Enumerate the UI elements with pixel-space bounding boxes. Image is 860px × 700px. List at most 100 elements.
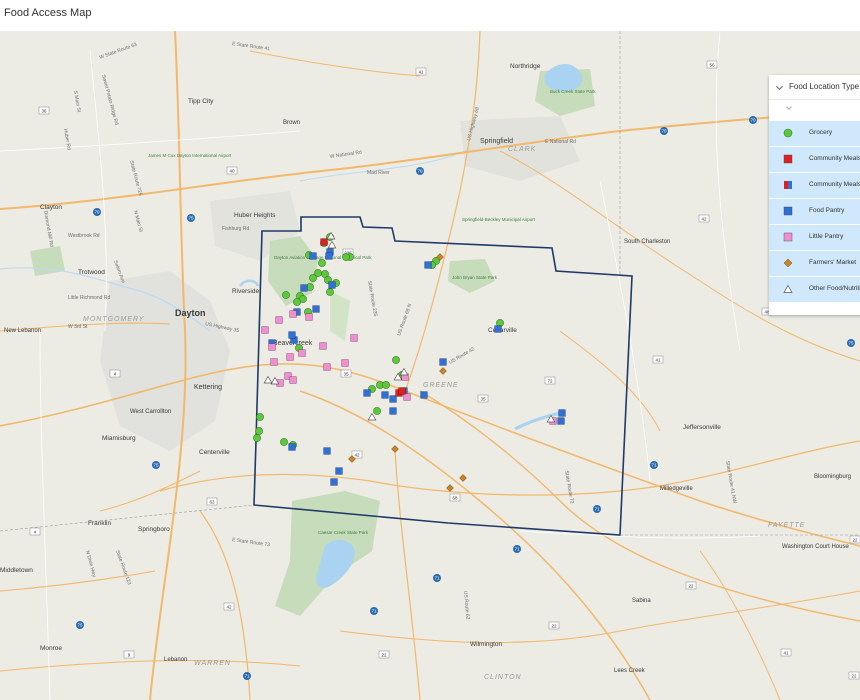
city-label: Huber Heights	[234, 212, 276, 219]
grocery-marker[interactable]	[382, 381, 390, 389]
grocery-marker[interactable]	[293, 298, 301, 306]
route-shield: 70	[749, 116, 757, 124]
city-label: Jeffersonville	[683, 424, 721, 431]
little-pantry-marker[interactable]	[298, 349, 306, 357]
chevron-down-icon[interactable]	[775, 82, 784, 91]
svg-text:75: 75	[848, 341, 854, 346]
food-pantry-marker[interactable]	[328, 281, 336, 289]
svg-text:35: 35	[343, 372, 349, 377]
chevron-down-icon[interactable]	[786, 104, 792, 110]
legend-item-other-food-nutrition[interactable]: Other Food/Nutrition	[769, 276, 860, 302]
grocery-marker[interactable]	[326, 288, 334, 296]
route-shield: 75	[187, 214, 195, 222]
food-pantry-marker[interactable]	[325, 252, 333, 260]
legend-item-label: Little Pantry	[809, 233, 844, 240]
community-meals-marker[interactable]	[398, 387, 406, 395]
city-label: Monroe	[40, 645, 62, 652]
legend-items: Grocery Community Meals Community Meals Foo…	[769, 120, 860, 302]
food-pantry-marker[interactable]	[558, 409, 566, 417]
svg-text:40: 40	[229, 169, 235, 174]
legend-sublayer[interactable]	[769, 100, 860, 120]
legend-item-label: Food Pantry	[809, 207, 845, 214]
legend-item-farmers-market[interactable]: Farmers' Market	[769, 250, 860, 276]
legend-item-food-pantry[interactable]: Food Pantry	[769, 198, 860, 224]
food-pantry-marker[interactable]	[335, 467, 343, 475]
grocery-marker[interactable]	[282, 291, 290, 299]
legend-item-community-meals[interactable]: Community Meals	[769, 146, 860, 172]
little-pantry-marker[interactable]	[350, 334, 358, 342]
community-meals-marker[interactable]	[320, 238, 328, 246]
food-pantry-marker[interactable]	[323, 447, 331, 455]
route-shield: 22	[378, 650, 390, 659]
square-symbol-icon	[783, 154, 793, 164]
grocery-marker[interactable]	[318, 259, 326, 267]
food-pantry-marker[interactable]	[288, 443, 296, 451]
little-pantry-marker[interactable]	[268, 343, 276, 351]
route-shield: 9	[123, 650, 135, 659]
city-label: Springboro	[138, 526, 170, 533]
food-pantry-marker[interactable]	[300, 284, 308, 292]
food-pantry-marker[interactable]	[557, 417, 565, 425]
county-label: FAYETTE	[768, 522, 805, 529]
svg-text:42: 42	[354, 453, 360, 458]
little-pantry-marker[interactable]	[270, 358, 278, 366]
little-pantry-marker[interactable]	[286, 353, 294, 361]
food-pantry-marker[interactable]	[288, 331, 296, 339]
food-pantry-marker[interactable]	[389, 395, 397, 403]
grocery-marker[interactable]	[373, 407, 381, 415]
route-shield: 70	[93, 208, 101, 216]
legend-title: Food Location Type	[789, 82, 860, 91]
park-label: Dayton Aviation Heritage National Histor…	[274, 255, 372, 260]
svg-text:36: 36	[41, 109, 47, 114]
svg-text:22: 22	[851, 674, 857, 679]
food-pantry-marker[interactable]	[420, 391, 428, 399]
little-pantry-marker[interactable]	[261, 326, 269, 334]
svg-text:56: 56	[709, 63, 715, 68]
route-shield: 4	[29, 527, 41, 536]
food-pantry-marker[interactable]	[424, 261, 432, 269]
grocery-marker[interactable]	[392, 356, 400, 364]
svg-text:70: 70	[661, 129, 667, 134]
food-pantry-marker[interactable]	[330, 478, 338, 486]
legend-item-little-pantry[interactable]: Little Pantry	[769, 224, 860, 250]
food-pantry-marker[interactable]	[389, 407, 397, 415]
little-pantry-marker[interactable]	[403, 393, 411, 401]
little-pantry-marker[interactable]	[289, 310, 297, 318]
little-pantry-marker[interactable]	[319, 342, 327, 350]
grocery-marker[interactable]	[342, 253, 350, 261]
legend-item-grocery[interactable]: Grocery	[769, 120, 860, 146]
food-pantry-marker[interactable]	[439, 358, 447, 366]
grocery-marker[interactable]	[253, 434, 261, 442]
grocery-marker[interactable]	[280, 438, 288, 446]
grocery-marker[interactable]	[309, 274, 317, 282]
map-view[interactable]: Dayton Beavercreek Kettering Springfield…	[0, 31, 860, 700]
city-label: Tipp City	[188, 98, 214, 105]
little-pantry-marker[interactable]	[275, 316, 283, 324]
svg-text:71: 71	[594, 507, 600, 512]
food-pantry-marker[interactable]	[309, 252, 317, 260]
route-shield: 22	[849, 535, 860, 544]
diamond-symbol-icon	[783, 258, 793, 268]
city-label: Washington Court House	[782, 544, 849, 550]
square-symbol-icon	[783, 206, 793, 216]
basemap[interactable]: Dayton Beavercreek Kettering Springfield…	[0, 31, 860, 700]
food-pantry-marker[interactable]	[494, 325, 502, 333]
legend-item-community-meals[interactable]: Community Meals	[769, 172, 860, 198]
route-shield: 4	[109, 369, 121, 378]
legend-header[interactable]: Food Location Type	[769, 75, 860, 100]
grocery-marker[interactable]	[256, 413, 264, 421]
route-shield: 75	[152, 461, 160, 469]
split-square-symbol-icon	[784, 181, 792, 189]
city-label: Milledgeville	[660, 486, 693, 492]
city-label: Clayton	[40, 204, 62, 211]
legend-panel[interactable]: Food Location Type Grocery Community Meal…	[769, 75, 860, 315]
little-pantry-marker[interactable]	[289, 376, 297, 384]
county-label: CLINTON	[484, 674, 522, 681]
food-pantry-marker[interactable]	[312, 305, 320, 313]
grocery-marker[interactable]	[255, 427, 263, 435]
little-pantry-marker[interactable]	[323, 363, 331, 371]
little-pantry-marker[interactable]	[305, 313, 313, 321]
little-pantry-marker[interactable]	[341, 359, 349, 367]
food-pantry-marker[interactable]	[363, 389, 371, 397]
food-pantry-marker[interactable]	[381, 391, 389, 399]
